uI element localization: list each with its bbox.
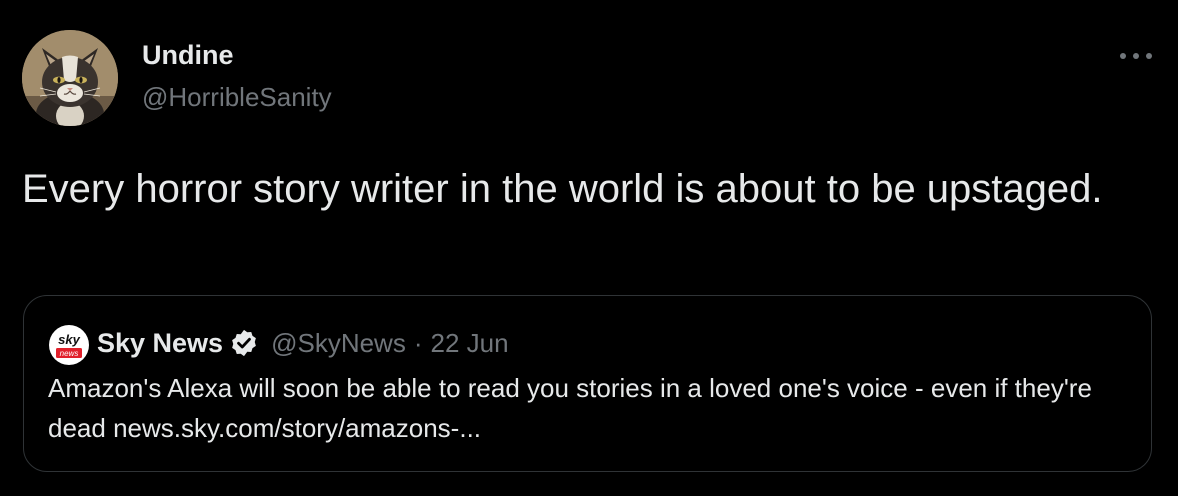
ellipsis-icon (1120, 53, 1152, 59)
quoted-tweet-card[interactable]: sky news Sky News @SkyNews · 22 Jun Amaz… (23, 295, 1152, 472)
quoted-author-handle[interactable]: @SkyNews (271, 328, 406, 359)
author-handle[interactable]: @HorribleSanity (142, 82, 332, 113)
quoted-tweet-header: Sky News @SkyNews · 22 Jun (97, 326, 509, 360)
quoted-tweet-date[interactable]: 22 Jun (431, 328, 509, 359)
verified-badge-icon (232, 329, 256, 357)
author-name[interactable]: Undine (142, 40, 234, 71)
tweet: Undine @HorribleSanity Every horror stor… (0, 0, 1178, 496)
news-logo-text: news (60, 349, 79, 358)
more-options-button[interactable] (1116, 44, 1156, 68)
sky-news-logo[interactable]: sky news (49, 325, 89, 365)
author-avatar[interactable] (22, 30, 118, 126)
sky-logo-text: sky (58, 332, 80, 347)
separator-dot: · (413, 327, 423, 358)
quoted-author-name[interactable]: Sky News (97, 328, 223, 359)
tweet-text: Every horror story writer in the world i… (22, 167, 1103, 211)
quoted-tweet-text: Amazon's Alexa will soon be able to read… (48, 373, 1092, 443)
cat-avatar-image (22, 30, 118, 126)
